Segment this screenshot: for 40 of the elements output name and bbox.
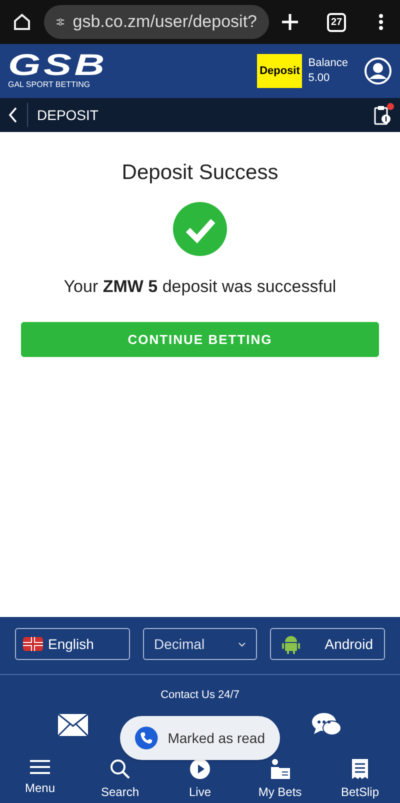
odds-format-dropdown[interactable]: Decimal [143,628,257,660]
plus-icon[interactable] [281,13,299,31]
nav-item[interactable]: BetSlip [320,759,400,801]
page-title: DEPOSIT [37,106,98,124]
search-icon [110,759,130,779]
email-icon[interactable] [58,714,88,736]
url-text: gsb.co.zm/user/deposit? [72,11,257,34]
play-icon [190,759,210,779]
tab-count[interactable]: 27 [327,12,346,32]
nav-item[interactable]: Search [80,759,160,801]
home-icon[interactable] [12,12,32,32]
success-message: Your ZMW 5 deposit was successful [64,276,336,298]
nav-item[interactable]: Menu [0,759,80,801]
receipt-icon [352,759,368,779]
chat-icon[interactable] [312,712,342,738]
betslip-icon[interactable] [374,105,392,125]
android-icon [282,634,300,654]
uk-flag-icon [23,635,43,653]
profile-icon[interactable] [364,57,392,85]
address-bar[interactable]: gsb.co.zm/user/deposit? [44,5,269,39]
balance-value: 5.00 [308,71,331,86]
success-check-icon [173,202,227,256]
chevron-down-icon [238,642,246,646]
nav-item[interactable]: Live [160,759,240,801]
deposit-button[interactable]: Deposit [257,54,302,88]
logo-tagline: GAL SPORT BETTING [8,80,90,90]
balance-label: Balance [308,56,348,71]
tune-icon [56,16,65,28]
language-selector[interactable]: English [15,628,130,660]
phone-icon [135,726,158,750]
android-app-button[interactable]: Android [270,628,385,660]
contact-title: Contact Us 24/7 [160,688,240,703]
success-heading: Deposit Success [122,160,278,186]
menu-icon [30,759,50,775]
nav-item[interactable]: My Bets [240,759,320,801]
back-icon[interactable] [8,107,18,123]
person-ticket-icon [270,759,290,779]
more-icon[interactable] [378,13,384,31]
logo[interactable]: GSB [8,52,123,80]
toast: Marked as read [120,716,280,760]
